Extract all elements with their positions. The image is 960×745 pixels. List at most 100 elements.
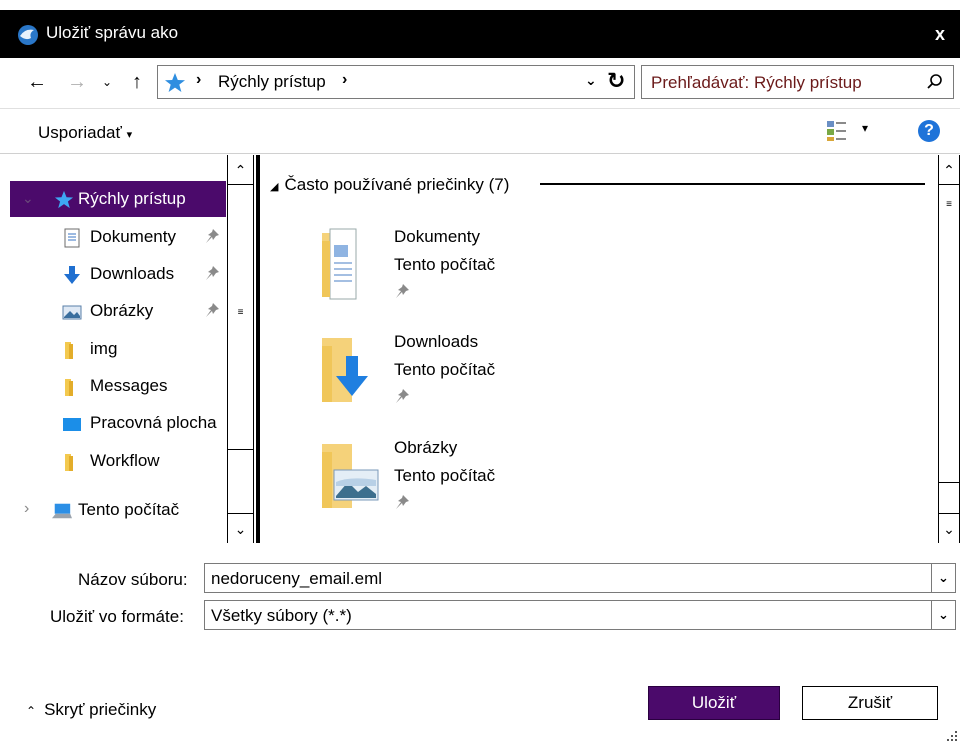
pictures-icon	[62, 305, 82, 320]
address-dropdown-chevron-icon[interactable]: ⌄	[585, 72, 597, 89]
group-divider	[540, 183, 925, 185]
tree-item-downloads[interactable]: Downloads	[0, 256, 228, 292]
document-icon	[64, 228, 80, 248]
quick-access-star-icon	[54, 190, 74, 209]
tree-item-label: Messages	[90, 376, 168, 395]
navigation-pane: ⌄ Rýchly prístup Dokumenty Downloads Obr…	[0, 155, 255, 543]
file-list-pane: ◢ Často používané priečinky (7) Dokumenty…	[262, 155, 938, 543]
tree-item-label: Pracovná plocha	[90, 413, 217, 432]
view-options-icon[interactable]	[826, 119, 848, 143]
thunderbird-app-icon	[18, 25, 38, 45]
breadcrumb-separator-icon[interactable]: ›	[342, 71, 347, 89]
navigation-row: ← → ⌄ ↑ › Rýchly prístup › ⌄ ↻ Prehľadáv…	[0, 58, 960, 108]
tree-item-label: Tento počítač	[78, 500, 180, 519]
filename-label: Názov súboru:	[78, 570, 188, 589]
tree-item-img[interactable]: img	[0, 331, 228, 367]
tile-location: Tento počítač	[394, 466, 496, 485]
search-placeholder: Prehľadávať: Rýchly prístup	[651, 73, 862, 92]
help-icon[interactable]: ?	[918, 120, 940, 142]
save-button[interactable]: Uložiť	[648, 686, 780, 720]
tree-item-label: Workflow	[90, 451, 160, 470]
downloads-folder-icon	[322, 338, 368, 402]
pin-icon	[206, 303, 219, 317]
quick-access-star-icon	[165, 73, 185, 92]
breadcrumb-quick-access[interactable]: Rýchly prístup	[218, 72, 326, 92]
pin-icon	[396, 389, 409, 403]
tree-item-pictures[interactable]: Obrázky	[0, 293, 228, 329]
folder-tile-downloads[interactable]: Downloads Tento počítač	[320, 332, 620, 432]
scroll-down-icon[interactable]: ⌄	[228, 513, 253, 543]
collapse-triangle-icon[interactable]: ◢	[270, 181, 278, 193]
tree-item-workflow[interactable]: Workflow	[0, 443, 228, 479]
forward-arrow-icon[interactable]: →	[64, 67, 90, 97]
scrollbar-thumb[interactable]: ≡	[939, 185, 959, 483]
search-icon[interactable]	[926, 73, 944, 91]
folder-tile-documents[interactable]: Dokumenty Tento počítač	[320, 227, 620, 327]
organize-menu-button[interactable]: Usporiadať ▾	[38, 123, 132, 143]
tree-item-label: Rýchly prístup	[78, 189, 186, 208]
tile-name: Obrázky	[394, 438, 458, 457]
pane-splitter[interactable]	[256, 155, 260, 543]
tile-location: Tento počítač	[394, 360, 496, 379]
pin-icon	[396, 284, 409, 298]
address-bar[interactable]: › Rýchly prístup › ⌄ ↻	[157, 65, 635, 99]
format-select[interactable]: Všetky súbory (*.*) ⌄	[204, 600, 956, 630]
desktop-icon	[63, 418, 81, 431]
tree-item-label: Dokumenty	[90, 227, 176, 246]
tree-item-messages[interactable]: Messages	[0, 368, 228, 404]
caret-up-icon: ⌃	[26, 704, 37, 718]
tree-item-desktop[interactable]: Pracovná plocha	[0, 405, 228, 441]
scrollbar-grip-icon: ≡	[237, 307, 244, 318]
window-title: Uložiť správu ako	[46, 23, 179, 42]
folder-tile-pictures[interactable]: Obrázky Tento počítač	[320, 438, 620, 538]
view-options-dropdown-icon[interactable]: ▾	[862, 121, 868, 135]
scrollbar-thumb[interactable]: ≡	[228, 185, 253, 450]
pictures-folder-icon	[322, 444, 379, 508]
cancel-button[interactable]: Zrušiť	[802, 686, 938, 720]
tree-item-documents[interactable]: Dokumenty	[0, 219, 228, 255]
refresh-icon[interactable]: ↻	[607, 68, 625, 94]
folder-icon	[65, 342, 73, 359]
hide-folders-toggle[interactable]: ⌃ Skryť priečinky	[26, 700, 156, 720]
computer-icon	[52, 503, 72, 519]
recent-locations-chevron-icon[interactable]: ⌄	[94, 67, 120, 97]
file-list-scrollbar[interactable]: ⌃ ≡ ⌄	[938, 155, 960, 543]
pin-icon	[396, 495, 409, 509]
collapse-chevron-icon[interactable]: ⌄	[22, 190, 34, 207]
tile-location: Tento počítač	[394, 255, 496, 274]
breadcrumb-separator-icon[interactable]: ›	[196, 71, 201, 89]
title-bar: Uložiť správu ako x	[0, 10, 960, 58]
format-dropdown-chevron-icon[interactable]: ⌄	[931, 601, 955, 629]
expand-chevron-icon[interactable]: ›	[24, 500, 29, 518]
back-arrow-icon[interactable]: ←	[24, 67, 50, 97]
tree-item-label: img	[90, 339, 118, 358]
tree-item-label: Obrázky	[90, 301, 154, 320]
up-arrow-icon[interactable]: ↑	[124, 67, 150, 97]
scrollbar-grip-icon: ≡	[946, 199, 952, 210]
pin-icon	[206, 266, 219, 280]
tree-item-label: Downloads	[90, 264, 175, 283]
folder-icon	[65, 454, 73, 471]
format-label: Uložiť vo formáte:	[50, 607, 184, 626]
navigation-pane-scrollbar[interactable]: ⌃ ≡ ⌄	[227, 155, 254, 543]
command-toolbar: Usporiadať ▾ ▾ ?	[0, 108, 960, 154]
tile-name: Downloads	[394, 332, 479, 351]
filename-field[interactable]: nedoruceny_email.eml ⌄	[204, 563, 956, 593]
scroll-down-icon[interactable]: ⌄	[939, 513, 959, 543]
filename-dropdown-chevron-icon[interactable]: ⌄	[931, 564, 955, 592]
close-button[interactable]: x	[928, 20, 952, 48]
download-arrow-icon	[64, 266, 80, 284]
folder-icon	[65, 379, 73, 396]
search-input[interactable]: Prehľadávať: Rýchly prístup	[641, 65, 954, 99]
tree-item-this-pc[interactable]: › Tento počítač	[0, 492, 228, 528]
scroll-up-icon[interactable]: ⌃	[939, 155, 959, 185]
filename-value: nedoruceny_email.eml	[211, 569, 383, 588]
tile-name: Dokumenty	[394, 227, 480, 246]
documents-folder-icon	[322, 228, 357, 300]
scroll-up-icon[interactable]: ⌃	[228, 155, 253, 185]
resize-grip-icon[interactable]	[946, 730, 958, 742]
tree-item-quick-access[interactable]: ⌄ Rýchly prístup	[0, 181, 228, 217]
format-value: Všetky súbory (*.*)	[211, 606, 352, 625]
group-header[interactable]: ◢ Často používané priečinky (7)	[270, 175, 509, 195]
pin-icon	[206, 229, 219, 243]
